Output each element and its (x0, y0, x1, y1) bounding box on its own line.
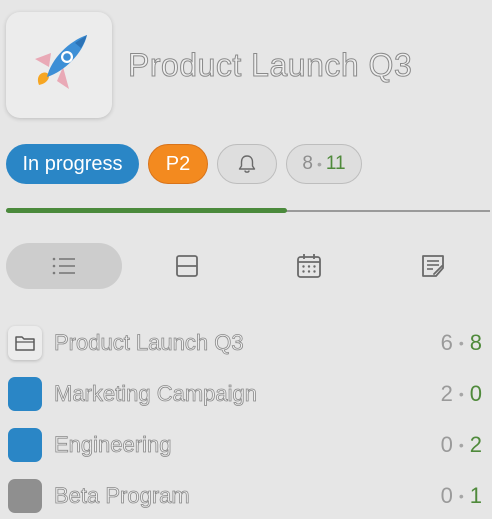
reminder-button[interactable] (217, 144, 277, 184)
list-item-counts: 0 • 2 (441, 432, 482, 458)
list-item-label: Beta Program (54, 483, 191, 509)
project-icon-tile[interactable] (6, 12, 112, 118)
project-header: Product Launch Q3 (6, 12, 412, 118)
view-switcher (6, 243, 486, 289)
list-item-label: Engineering (54, 432, 172, 458)
count-done: 0 (440, 432, 453, 457)
status-badge[interactable]: In progress (6, 144, 139, 184)
task-count-total: 11 (325, 153, 346, 174)
list-item-counts: 0 • 1 (441, 483, 482, 509)
count-done: 0 (440, 483, 453, 508)
count-total: 0 (469, 381, 482, 406)
folder-icon (15, 336, 35, 351)
project-chips: In progress P2 8 • 11 (6, 144, 371, 184)
list-icon (52, 257, 75, 275)
page-title: Product Launch Q3 (127, 46, 413, 83)
count-separator: • (458, 437, 464, 453)
task-count-done: 8 (302, 153, 313, 174)
list-item[interactable]: Marketing Campaign 2 • 0 (8, 374, 482, 414)
bell-icon (238, 155, 256, 173)
calendar-icon (297, 254, 321, 278)
count-total: 8 (469, 330, 482, 355)
priority-badge[interactable]: P2 (148, 144, 208, 184)
progress-bar (6, 208, 287, 213)
list-item[interactable]: Beta Program 0 • 1 (8, 476, 482, 516)
tab-board-view[interactable] (164, 243, 210, 289)
count-done: 2 (440, 381, 453, 406)
tab-list-view[interactable] (6, 243, 122, 289)
count-total: 2 (469, 432, 482, 457)
count-done: 6 (440, 330, 453, 355)
list-item[interactable]: Engineering 0 • 2 (8, 425, 482, 465)
list-item-label: Marketing Campaign (54, 381, 258, 407)
count-total: 1 (469, 483, 482, 508)
board-icon (176, 255, 198, 277)
count-separator: • (316, 156, 322, 172)
count-separator: • (458, 488, 464, 504)
color-swatch (8, 479, 42, 513)
list-item-counts: 6 • 8 (441, 330, 482, 356)
list-item[interactable]: Product Launch Q3 6 • 8 (8, 323, 482, 363)
tab-calendar-view[interactable] (286, 243, 332, 289)
task-count-badge[interactable]: 8 • 11 (286, 144, 362, 184)
color-swatch (8, 377, 42, 411)
rocket-icon (35, 35, 87, 89)
list-item-label: Product Launch Q3 (54, 330, 244, 356)
list-item-counts: 2 • 0 (441, 381, 482, 407)
count-separator: • (458, 386, 464, 402)
folder-icon-tile (8, 326, 42, 360)
count-separator: • (458, 335, 464, 351)
notes-icon (422, 255, 444, 277)
color-swatch (8, 428, 42, 462)
tab-notes-view[interactable] (410, 243, 456, 289)
